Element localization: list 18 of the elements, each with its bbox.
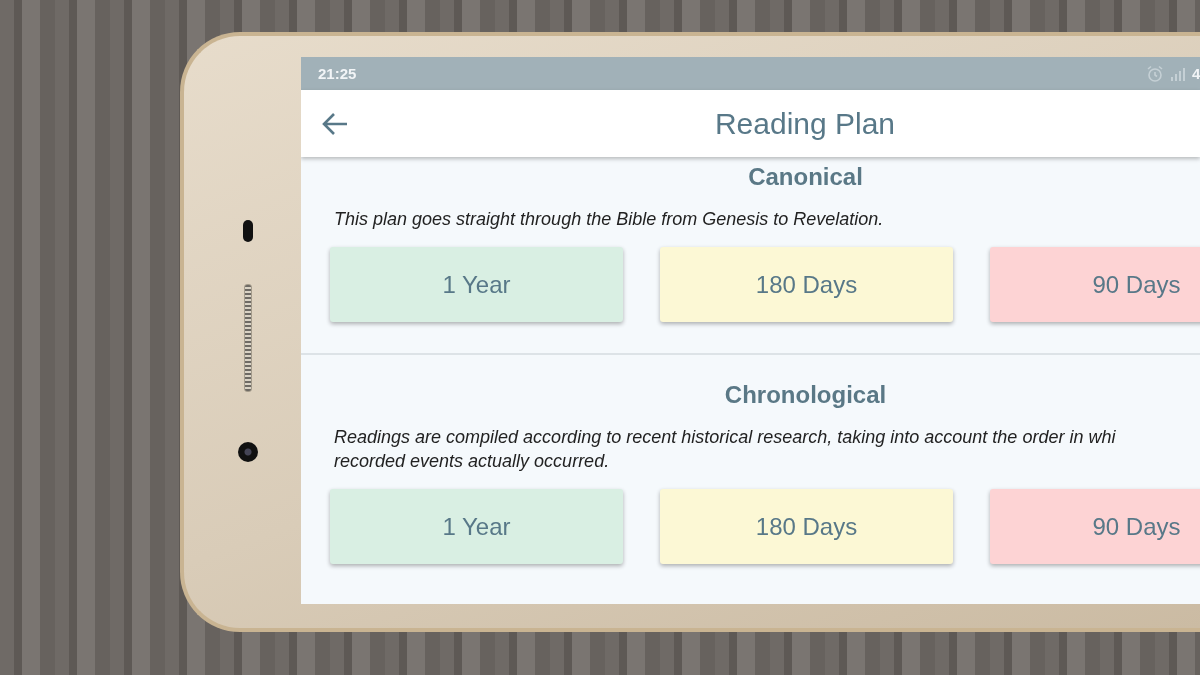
plan-button[interactable]: 1 Year bbox=[330, 247, 623, 322]
alarm-clock-icon bbox=[1146, 64, 1164, 83]
plan-button[interactable]: 90 Days bbox=[990, 489, 1200, 564]
section-description: This plan goes straight through the Bible from Genesis to Revelation. bbox=[334, 208, 885, 231]
signal-icon bbox=[1170, 66, 1186, 81]
speaker-slot bbox=[242, 220, 253, 242]
section-title: Chronological bbox=[723, 381, 888, 409]
status-time: 21:25 bbox=[318, 65, 357, 82]
screen-title: Reading Plan bbox=[713, 106, 897, 141]
plan-button[interactable]: 1 Year bbox=[330, 489, 623, 564]
battery-text: 4 bbox=[1192, 65, 1200, 82]
plan-button[interactable]: 180 Days bbox=[660, 489, 953, 564]
plan-button[interactable]: 90 Days bbox=[990, 247, 1200, 322]
back-arrow-icon[interactable] bbox=[321, 111, 349, 136]
section-description: Readings are compiled according to recent historical research, taking into account the order in whi recorded events actually occurred. bbox=[334, 426, 1117, 473]
section-title: Canonical bbox=[747, 163, 864, 191]
camera-lens bbox=[237, 442, 258, 462]
plan-button[interactable]: 180 Days bbox=[660, 247, 953, 322]
